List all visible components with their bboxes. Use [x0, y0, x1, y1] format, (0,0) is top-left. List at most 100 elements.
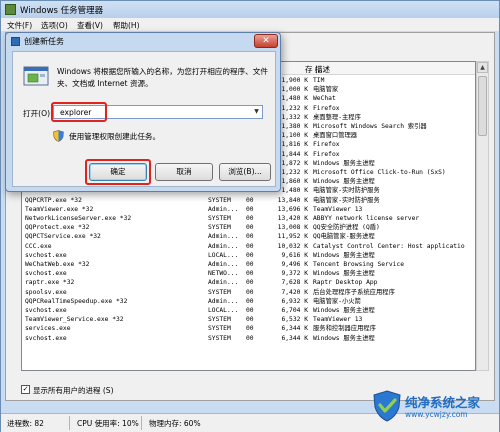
status-divider: [141, 416, 142, 430]
cell-user-name: LOCAL...: [208, 251, 239, 259]
uac-shield-icon: [53, 130, 64, 142]
cell-description: QQ电脑管家-服务进程: [313, 233, 375, 241]
cell-image-name: TeamViewer.exe *32: [25, 205, 94, 213]
cell-memory: 6,704 K: [281, 307, 308, 314]
cell-description: Tencent Browsing Service: [313, 261, 404, 268]
cell-description: Windows 服务主进程: [313, 251, 375, 259]
cell-user-name: Admin...: [208, 233, 239, 241]
cell-user-name: Admin...: [208, 261, 239, 268]
cell-memory: 13,696 K: [277, 205, 308, 213]
table-row[interactable]: services.exe SYSTEM 00 6,344 K 服务和控制器应用程序: [22, 324, 475, 333]
table-row[interactable]: QQProtect.exe *32 SYSTEM 00 13,008 K QQ安全防护进…: [22, 223, 475, 232]
cell-cpu: 00: [246, 205, 254, 213]
create-task-dialog: 创建新任务 ✕ Windows 将根据您所输入的名称，为您打开相应的程序、文件夹…: [5, 32, 281, 192]
table-row[interactable]: WeChatWeb.exe *32 Admin... 00 9,496 K Tencen…: [22, 260, 475, 269]
table-row[interactable]: QQPCRealTimeSpeedup.exe *32 Admin... 00 6,9…: [22, 297, 475, 306]
ok-highlight-box: [85, 159, 151, 185]
run-dialog-icon: [11, 37, 20, 46]
cell-image-name: svchost.exe: [25, 270, 67, 278]
show-all-label: 显示所有用户的进程 (S): [33, 386, 114, 395]
scroll-thumb[interactable]: [478, 76, 487, 136]
browse-button[interactable]: 浏览(B)...: [219, 163, 271, 181]
table-row[interactable]: spoolsv.exe SYSTEM 00 7,420 K 后台处理程序子系统应用程序: [22, 288, 475, 297]
menu-help[interactable]: 帮助(H): [113, 20, 140, 31]
cell-cpu: 00: [246, 242, 254, 250]
dialog-title: 创建新任务: [24, 37, 64, 46]
menu-view[interactable]: 查看(V): [77, 20, 103, 31]
menu-bar: 文件(F) 选项(O) 查看(V) 帮助(H): [1, 18, 499, 31]
cell-description: 电脑管家: [313, 86, 339, 94]
cell-image-name: svchost.exe: [25, 307, 67, 314]
cell-cpu: 00: [246, 261, 254, 268]
cell-description: Windows 服务主进程: [313, 178, 375, 186]
dialog-title-bar: 创建新任务 ✕: [6, 33, 280, 50]
cell-description: Catalyst Control Center: Host applicatio: [313, 242, 465, 250]
chevron-down-icon[interactable]: ▼: [251, 107, 262, 117]
cell-description: 桌面窗口管理器: [313, 132, 358, 140]
show-all-checkbox[interactable]: ✓: [21, 385, 30, 394]
watermark-logo: 纯净系统之家 www.ycwjzy.com: [372, 386, 500, 432]
cell-cpu: 00: [246, 233, 254, 241]
cell-image-name: raptr.exe *32: [25, 279, 75, 287]
cell-description: Firefox: [313, 104, 340, 112]
watermark-title: 纯净系统之家: [405, 395, 481, 410]
cell-user-name: Admin...: [208, 297, 239, 305]
cancel-button[interactable]: 取消: [155, 163, 213, 181]
menu-file[interactable]: 文件(F): [7, 20, 32, 31]
header-description[interactable]: 描述: [315, 64, 330, 75]
run-program-icon: [23, 66, 49, 86]
cell-description: 电脑管家-实时防护服务: [313, 196, 380, 204]
table-row[interactable]: QQPCRTP.exe *32 SYSTEM 00 13,840 K 电脑管家-实时防护…: [22, 196, 475, 205]
close-icon[interactable]: ✕: [254, 34, 278, 48]
status-divider: [69, 416, 70, 430]
table-row[interactable]: TeamViewer.exe *32 Admin... 00 13,696 K Team…: [22, 205, 475, 214]
cell-image-name: CCC.exe: [25, 242, 52, 250]
table-row[interactable]: NetworkLicenseServer.exe *32 SYSTEM 00 13,4…: [22, 214, 475, 223]
scroll-up-icon[interactable]: ▲: [477, 62, 488, 73]
cell-description: Windows 服务主进程: [313, 307, 375, 314]
cell-cpu: 00: [246, 279, 254, 287]
dialog-description: Windows 将根据您所输入的名称，为您打开相应的程序、文件夹、文档或 Int…: [57, 67, 268, 88]
cell-memory: 13,420 K: [277, 215, 308, 222]
cell-cpu: 00: [246, 307, 254, 314]
cell-image-name: QQPCRealTimeSpeedup.exe *32: [25, 297, 128, 305]
table-row[interactable]: svchost.exe SYSTEM 00 6,344 K Windows 服务主进程: [22, 334, 475, 343]
cell-cpu: 00: [246, 288, 254, 296]
cell-memory: 7,628 K: [281, 279, 308, 287]
table-row[interactable]: svchost.exe LOCAL... 00 9,616 K Windows 服务主进…: [22, 251, 475, 260]
cell-cpu: 00: [246, 215, 254, 222]
cell-description: Firefox: [313, 141, 340, 149]
table-row[interactable]: raptr.exe *32 Admin... 00 7,628 K Raptr Desk…: [22, 278, 475, 287]
table-row[interactable]: CCC.exe Admin... 00 10,032 K Catalyst Contro…: [22, 242, 475, 251]
status-process-count: 进程数: 82: [7, 419, 44, 428]
cell-cpu: 00: [246, 196, 254, 204]
table-row[interactable]: svchost.exe NETWO... 00 9,372 K Windows 服务主进…: [22, 269, 475, 278]
cell-image-name: svchost.exe: [25, 334, 67, 342]
cell-description: Microsoft Office Click-to-Run (SxS): [313, 169, 446, 176]
cell-memory: 6,532 K: [281, 316, 308, 324]
cell-description: 电脑管家-小火箭: [313, 297, 361, 305]
open-label: 打开(O):: [23, 109, 53, 118]
cell-user-name: Admin...: [208, 279, 239, 287]
cell-cpu: 00: [246, 334, 254, 342]
cell-description: 桌面整理-主程序: [313, 113, 361, 121]
cell-user-name: Admin...: [208, 242, 239, 250]
cell-description: Windows 服务主进程: [313, 270, 375, 278]
cell-image-name: QQPCRTP.exe *32: [25, 196, 82, 204]
menu-options[interactable]: 选项(O): [41, 20, 68, 31]
cell-description: TIM: [313, 77, 325, 84]
admin-privilege-note: 使用管理权限创建此任务。: [69, 132, 161, 141]
status-cpu-usage: CPU 使用率: 10%: [77, 419, 139, 428]
cell-memory: 7,420 K: [281, 288, 308, 296]
table-row[interactable]: svchost.exe LOCAL... 00 6,704 K Windows 服务主进…: [22, 306, 475, 315]
cell-description: QQ安全防护进程 (Q盾): [313, 224, 380, 232]
shield-logo-icon: [373, 390, 401, 422]
vertical-scrollbar[interactable]: ▲: [476, 61, 489, 371]
table-row[interactable]: TeamViewer_Service.exe *32 SYSTEM 00 6,532 …: [22, 315, 475, 324]
cell-memory: 6,344 K: [281, 334, 308, 342]
table-row[interactable]: QQPCTService.exe *32 Admin... 00 11,952 K QQ…: [22, 232, 475, 241]
cell-memory: 13,008 K: [277, 224, 308, 232]
cell-description: Microsoft Windows Search 索引器: [313, 123, 427, 130]
cell-image-name: NetworkLicenseServer.exe *32: [25, 215, 132, 222]
cell-user-name: SYSTEM: [208, 288, 231, 296]
